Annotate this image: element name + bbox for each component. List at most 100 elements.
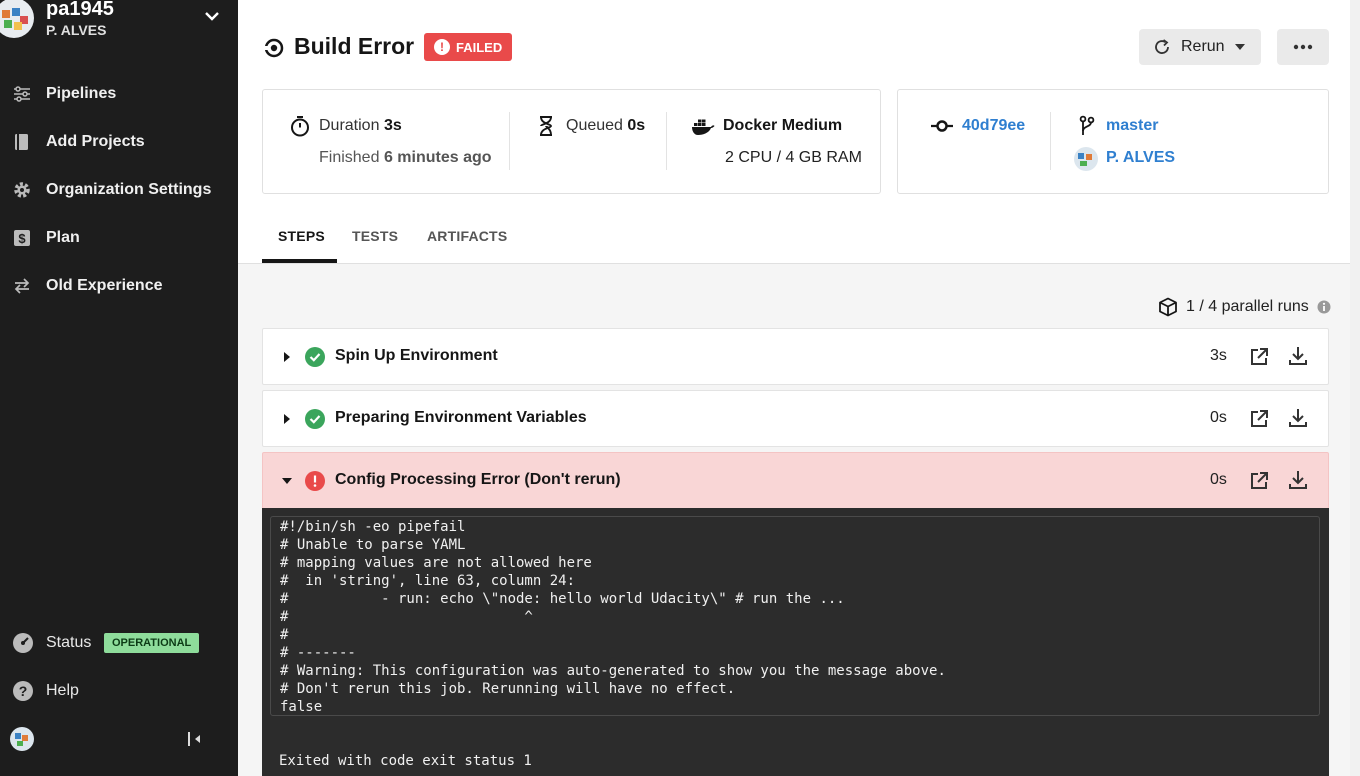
download-icon[interactable]	[1287, 407, 1309, 429]
console-output: #!/bin/sh -eo pipefail # Unable to parse…	[280, 519, 946, 715]
sidebar-item-label: Organization Settings	[46, 181, 212, 198]
exit-message: Exited with code exit status 1	[279, 753, 532, 769]
duration-value: 3s	[383, 117, 402, 134]
external-link-icon[interactable]	[1249, 409, 1269, 429]
status-badge: ! FAILED	[424, 33, 513, 61]
org-subname: P. ALVES	[46, 22, 107, 38]
sidebar-item-org-settings[interactable]: Organization Settings	[0, 170, 238, 210]
job-metadata-card: Duration 3s Finished 6 minutes ago Queue…	[262, 89, 881, 194]
step-name: Config Processing Error (Don't rerun)	[335, 471, 621, 488]
sidebar-item-old-experience[interactable]: Old Experience	[0, 266, 238, 306]
status-link[interactable]: Status	[46, 634, 91, 652]
more-icon	[1293, 44, 1313, 50]
swap-icon	[14, 278, 30, 294]
sidebar-item-add-projects[interactable]: Add Projects	[0, 122, 238, 162]
sidebar-item-label: Old Experience	[46, 277, 163, 294]
caret-right-icon[interactable]	[281, 413, 293, 425]
duration: Duration 3s	[319, 117, 402, 135]
job-header: Build Error ! FAILED Rerun Duration 3s F…	[238, 0, 1360, 264]
status-badge: OPERATIONAL	[104, 633, 200, 653]
parallel-runs[interactable]: 1 / 4 parallel runs	[1158, 297, 1331, 317]
download-icon[interactable]	[1287, 345, 1309, 367]
more-options-button[interactable]	[1277, 29, 1329, 65]
finished-value: 6 minutes ago	[383, 149, 492, 166]
refresh-icon	[1155, 39, 1169, 54]
tab-steps[interactable]: STEPS	[278, 228, 325, 244]
tab-tests[interactable]: TESTS	[352, 228, 398, 244]
step-duration: 0s	[1210, 409, 1227, 426]
sidebar-item-label: Pipelines	[46, 85, 117, 102]
stopwatch-icon	[291, 116, 309, 137]
commit-link[interactable]: 40d79ee	[962, 117, 1025, 135]
branch-link[interactable]: master	[1106, 117, 1158, 135]
step-row[interactable]: Spin Up Environment 3s	[262, 328, 1329, 385]
divider	[509, 112, 510, 170]
vcs-card: 40d79ee master P. ALVES	[897, 89, 1329, 194]
step-duration: 3s	[1210, 347, 1227, 364]
svg-text:$: $	[18, 231, 26, 246]
external-link-icon[interactable]	[1249, 471, 1269, 491]
user-avatar[interactable]	[10, 727, 34, 751]
branch-icon	[1079, 115, 1095, 135]
org-name: pa1945	[46, 0, 114, 20]
caret-right-icon[interactable]	[281, 351, 293, 363]
divider	[1050, 112, 1051, 170]
duration-label: Duration	[319, 117, 380, 134]
org-switcher[interactable]: pa1945 P. ALVES	[0, 0, 238, 48]
parallel-runs-label: 1 / 4 parallel runs	[1186, 298, 1309, 315]
commit-icon	[931, 120, 953, 132]
queued: Queued 0s	[566, 117, 645, 135]
executor: Docker Medium	[723, 117, 843, 134]
console-command-box: #!/bin/sh -eo pipefail # Unable to parse…	[270, 516, 1320, 716]
sidebar-item-label: Add Projects	[46, 133, 145, 150]
rerun-button[interactable]: Rerun	[1139, 29, 1261, 65]
step-duration: 0s	[1210, 471, 1227, 488]
step-console: #!/bin/sh -eo pipefail # Unable to parse…	[262, 508, 1329, 776]
svg-text:?: ?	[19, 683, 28, 699]
chevron-down-icon[interactable]	[202, 6, 222, 26]
docker-icon	[692, 119, 715, 135]
page-scrollbar[interactable]	[1350, 0, 1360, 776]
book-icon	[15, 134, 28, 150]
success-icon	[305, 409, 325, 429]
step-name: Spin Up Environment	[335, 347, 498, 364]
step-row[interactable]: Preparing Environment Variables 0s	[262, 390, 1329, 447]
success-icon	[305, 347, 325, 367]
sidebar-item-label: Plan	[46, 229, 80, 246]
help-icon: ?	[13, 681, 33, 701]
help-link[interactable]: Help	[46, 682, 79, 700]
external-link-icon[interactable]	[1249, 347, 1269, 367]
sidebar-item-pipelines[interactable]: Pipelines	[0, 74, 238, 114]
rerun-label: Rerun	[1181, 38, 1225, 55]
main-content: Build Error ! FAILED Rerun Duration 3s F…	[238, 0, 1360, 776]
download-icon[interactable]	[1287, 469, 1309, 491]
divider	[666, 112, 667, 170]
sidebar: pa1945 P. ALVES Pipelines Add Projects O…	[0, 0, 238, 776]
queued-value: 0s	[627, 117, 646, 134]
resource-class: 2 CPU / 4 GB RAM	[725, 149, 862, 166]
finished-label: Finished	[319, 149, 380, 166]
cube-icon	[1159, 297, 1177, 317]
tab-artifacts[interactable]: ARTIFACTS	[427, 228, 507, 244]
queued-label: Queued	[566, 117, 623, 134]
exclamation-icon: !	[434, 39, 450, 55]
info-icon[interactable]	[1317, 300, 1331, 314]
author-link[interactable]: P. ALVES	[1106, 149, 1175, 167]
caret-down-icon	[1234, 44, 1245, 50]
finished: Finished 6 minutes ago	[319, 149, 492, 167]
job-icon	[262, 38, 284, 58]
caret-down-icon[interactable]	[281, 475, 293, 487]
org-avatar	[0, 0, 34, 38]
gear-icon	[14, 182, 30, 198]
sidebar-item-plan[interactable]: $ Plan	[0, 218, 238, 258]
status-label: FAILED	[456, 39, 503, 55]
hourglass-icon	[540, 116, 552, 136]
step-name: Preparing Environment Variables	[335, 409, 587, 426]
author-avatar	[1074, 147, 1098, 171]
step-row-error[interactable]: Config Processing Error (Don't rerun) 0s	[262, 452, 1329, 509]
page-title: Build Error	[294, 33, 415, 59]
collapse-sidebar-icon[interactable]	[186, 730, 204, 748]
dollar-icon: $	[14, 230, 30, 246]
active-tab-indicator	[262, 259, 337, 263]
pipelines-icon	[14, 86, 30, 102]
